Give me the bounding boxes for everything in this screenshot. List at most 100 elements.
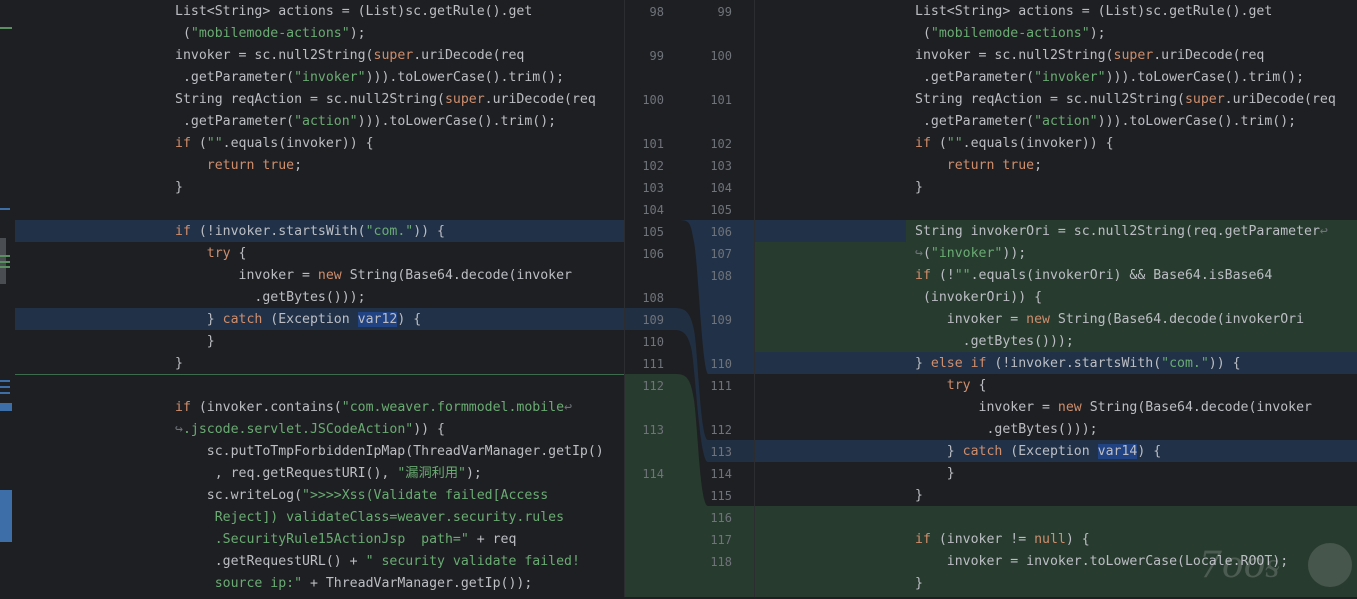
line-number: 99 (649, 49, 664, 63)
left-editor-pane[interactable]: List<String> actions = (List)sc.getRule(… (0, 0, 624, 597)
code-line[interactable]: String reqAction = sc.null2String(super.… (175, 89, 596, 111)
code-token: ( (915, 26, 931, 41)
line-number: 99 (717, 5, 732, 19)
line-number: 103 (710, 159, 732, 173)
code-token: super (373, 48, 414, 63)
code-line[interactable]: String invokerOri = sc.null2String(req.g… (915, 221, 1328, 243)
code-line[interactable]: .getParameter("invoker"))).toLowerCase()… (175, 67, 564, 89)
code-line[interactable]: if (!"".equals(invokerOri) && Base64.isB… (915, 265, 1272, 287)
code-token: ( (175, 26, 191, 41)
code-line[interactable]: invoker = new String(Base64.decode(invok… (915, 309, 1304, 331)
code-line[interactable]: } catch (Exception var14) { (915, 441, 1161, 463)
code-line[interactable]: invoker = new String(Base64.decode(invok… (175, 265, 572, 287)
line-number: 114 (642, 467, 664, 481)
code-line[interactable]: List<String> actions = (List)sc.getRule(… (175, 1, 532, 23)
code-line[interactable]: } (915, 463, 955, 485)
code-token: source ip:" (214, 576, 303, 591)
minimap-marker (0, 266, 10, 268)
code-line[interactable]: , req.getRequestURI(), "漏洞利用"); (175, 463, 482, 485)
pane-divider (754, 0, 755, 597)
code-line[interactable]: } catch (Exception var12) { (175, 309, 421, 331)
line-number: 104 (710, 181, 732, 195)
line-number (624, 529, 664, 551)
code-line[interactable]: if ("".equals(invoker)) { (175, 133, 374, 155)
minimap-marker (0, 386, 10, 388)
code-token: .getParameter( (915, 70, 1035, 85)
code-line[interactable]: .getBytes())); (915, 419, 1097, 441)
code-token: ))).toLowerCase().trim(); (1097, 114, 1297, 129)
line-number: 108 (642, 291, 664, 305)
code-line[interactable]: try { (915, 375, 987, 397)
code-token: if (915, 268, 931, 283)
line-number (624, 111, 664, 133)
right-editor-pane[interactable]: List<String> actions = (List)sc.getRule(… (754, 0, 1357, 597)
code-line[interactable]: try { (175, 243, 247, 265)
line-number (692, 23, 732, 45)
code-line[interactable]: if (!invoker.startsWith("com.")) { (175, 221, 445, 243)
code-line[interactable]: .getBytes())); (175, 287, 365, 309)
code-line[interactable]: invoker = sc.null2String(super.uriDecode… (175, 45, 524, 67)
code-token: , req.getRequestURI(), (175, 466, 398, 481)
code-token: (invokerOri)) { (915, 290, 1043, 305)
line-number (624, 265, 664, 287)
code-line[interactable]: (invokerOri)) { (915, 287, 1042, 309)
code-line[interactable]: invoker = new String(Base64.decode(invok… (915, 397, 1312, 419)
line-number: 107 (710, 247, 732, 261)
code-token: (!invoker.startsWith( (986, 356, 1162, 371)
code-line[interactable]: .getParameter("action"))).toLowerCase().… (915, 111, 1296, 133)
line-number (624, 551, 664, 573)
code-token: .SecurityRule15ActionJsp path=" (214, 532, 469, 547)
code-token: (!invoker.startsWith( (190, 224, 366, 239)
code-line[interactable]: .SecurityRule15ActionJsp path=" + req (175, 529, 517, 551)
code-line[interactable]: String reqAction = sc.null2String(super.… (915, 89, 1336, 111)
code-line[interactable]: sc.putToTmpForbiddenIpMap(ThreadVarManag… (175, 441, 604, 463)
line-number: 101 (642, 137, 664, 151)
code-token: } (175, 180, 183, 195)
code-line[interactable]: .getParameter("action"))).toLowerCase().… (175, 111, 556, 133)
code-line[interactable]: } (175, 177, 183, 199)
code-token: ↪ (915, 246, 923, 261)
code-line[interactable]: sc.writeLog(">>>>Xss(Validate failed[Acc… (175, 485, 548, 507)
code-token: catch (222, 312, 263, 327)
code-line[interactable]: ("mobilemode-actions"); (175, 23, 366, 45)
code-line[interactable]: } (915, 177, 923, 199)
code-token: ( (922, 246, 931, 261)
code-line[interactable]: if (invoker.contains("com.weaver.formmod… (175, 397, 572, 419)
code-line[interactable]: } (915, 573, 923, 595)
code-line[interactable]: invoker = sc.null2String(super.uriDecode… (915, 45, 1264, 67)
code-line[interactable]: ("mobilemode-actions"); (915, 23, 1106, 45)
code-token: "mobilemode-actions" (930, 26, 1090, 41)
line-number: 113 (642, 423, 664, 437)
code-line[interactable]: .getParameter("invoker"))).toLowerCase()… (915, 67, 1304, 89)
code-line[interactable]: return true; (175, 155, 302, 177)
code-line[interactable]: } else if (!invoker.startsWith("com.")) … (915, 353, 1241, 375)
code-line[interactable]: } (175, 331, 215, 353)
code-token: ) { (1137, 444, 1162, 459)
line-number: 116 (710, 511, 732, 525)
code-line[interactable]: .getBytes())); (915, 331, 1074, 353)
code-token: catch (962, 444, 1003, 459)
code-token: .uriDecode(req (413, 48, 525, 63)
code-line[interactable]: ↪("invoker")); (915, 243, 1026, 265)
code-line[interactable]: if (invoker != null) { (915, 529, 1090, 551)
code-line[interactable]: source ip:" + ThreadVarManager.getIp()); (175, 573, 533, 595)
modified-block-highlight (754, 220, 906, 242)
code-token: String(Base64.decode(invoker (1081, 400, 1312, 415)
code-line[interactable]: } (175, 353, 183, 375)
code-line[interactable]: Reject]) validateClass=weaver.security.r… (175, 507, 564, 529)
code-line[interactable]: List<String> actions = (List)sc.getRule(… (915, 1, 1272, 23)
minimap-marker (0, 261, 10, 263)
code-token: (invoker.contains( (190, 400, 342, 415)
code-line[interactable]: return true; (915, 155, 1042, 177)
code-token: .equals(invoker)) { (962, 136, 1114, 151)
code-token: ))).toLowerCase().trim(); (357, 114, 557, 129)
line-number: 111 (642, 357, 664, 371)
code-line[interactable]: .getRequestURL() + " security validate f… (175, 551, 580, 573)
line-number (692, 287, 732, 309)
code-line[interactable]: ↪.jscode.servlet.JSCodeAction")) { (175, 419, 445, 441)
code-line[interactable]: } (915, 485, 923, 507)
code-line[interactable]: if ("".equals(invoker)) { (915, 133, 1114, 155)
